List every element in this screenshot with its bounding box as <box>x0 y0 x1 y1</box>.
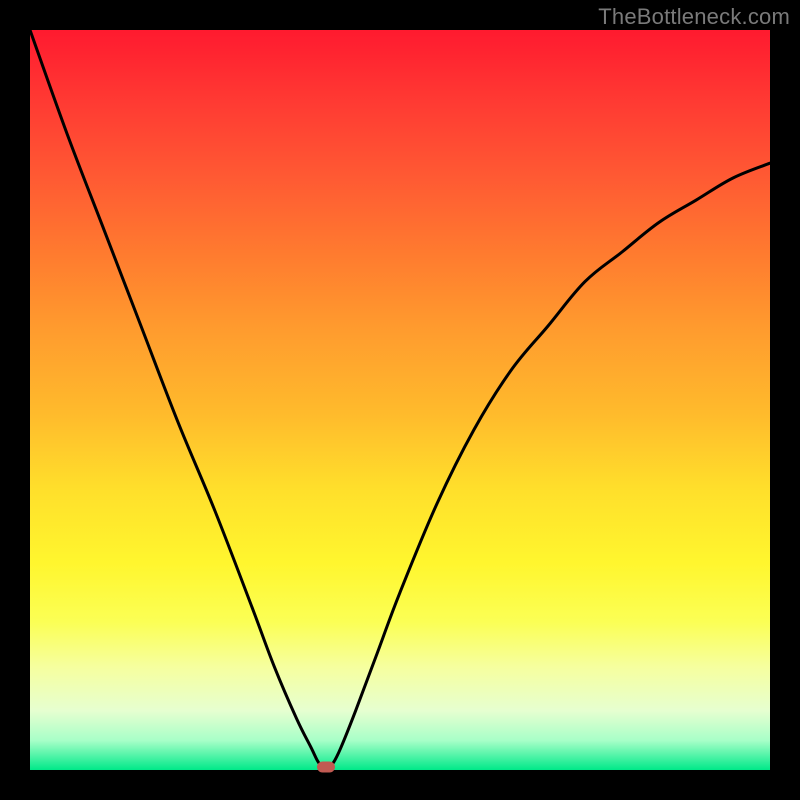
bottleneck-curve <box>30 30 770 770</box>
watermark-text: TheBottleneck.com <box>598 4 790 30</box>
chart-frame: TheBottleneck.com <box>0 0 800 800</box>
plot-area <box>30 30 770 770</box>
optimal-point-marker <box>317 762 335 773</box>
